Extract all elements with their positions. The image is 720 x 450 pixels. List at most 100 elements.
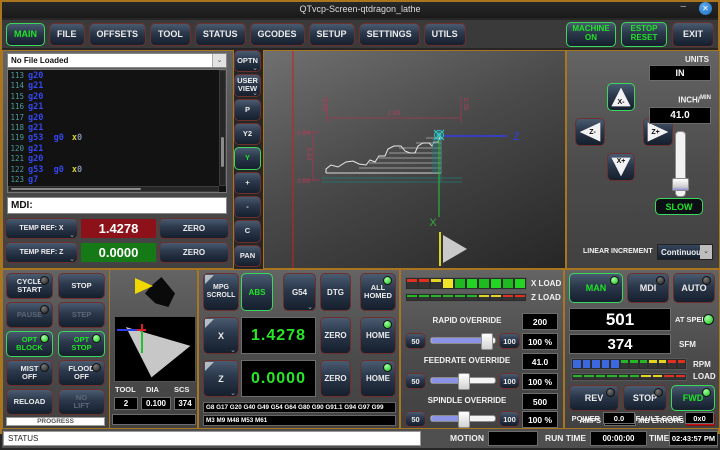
spindle-override-slider[interactable] — [430, 415, 496, 422]
spindle-max-button[interactable]: 100 — [499, 411, 520, 427]
zero-z-button[interactable]: ZERO — [320, 360, 351, 397]
mode-auto-button[interactable]: AUTO — [673, 273, 715, 303]
gcode-line[interactable]: 119g53 g0x0 — [10, 133, 224, 143]
gcode-line[interactable]: 123g7 — [10, 175, 224, 185]
home-z-button[interactable]: HOME — [360, 360, 396, 397]
exit-button[interactable]: EXIT — [672, 22, 714, 47]
jog-z-minus-label: Z- — [581, 129, 604, 136]
button-mist[interactable]: MIST OFF — [6, 360, 53, 386]
gcode-line[interactable]: 113g20 — [10, 71, 224, 81]
gcode-line[interactable]: 114g21 — [10, 81, 224, 91]
view-button-zoom-out[interactable]: - — [234, 196, 261, 218]
spindle-stop-button[interactable]: STOP — [623, 385, 667, 411]
wcs-g54-button[interactable]: G54⌄ — [283, 273, 316, 311]
button-stop[interactable]: STOP — [58, 273, 105, 299]
view-button-zoom-in[interactable]: + — [234, 172, 261, 194]
gcode-line[interactable]: 118g21 — [10, 123, 224, 133]
exit-label: EXIT — [683, 29, 703, 39]
gcode-line[interactable]: 120g21 — [10, 144, 224, 154]
gcode-line[interactable]: 121g20 — [10, 154, 224, 164]
button-pause[interactable]: PAUSE — [6, 302, 53, 328]
vertical-scrollbar-thumb[interactable] — [221, 137, 224, 167]
all-homed-button[interactable]: ALL HOMED — [360, 273, 396, 311]
estop-reset-button[interactable]: ESTOP RESET — [621, 22, 667, 47]
spindle-min-button[interactable]: 50 — [405, 411, 426, 427]
axis-z-button[interactable]: Z⌄ — [203, 360, 239, 397]
mdi-entry[interactable]: MDI: — [7, 197, 227, 214]
spindle-override-pct: 100 % — [522, 411, 558, 428]
temp-ref-x-zero-button[interactable]: ZERO — [159, 218, 229, 239]
gcode-line[interactable]: 117g20 — [10, 113, 224, 123]
slow-button[interactable]: SLOW — [655, 198, 703, 215]
horizontal-scrollbar[interactable] — [8, 186, 219, 192]
button-no-lift[interactable]: NO LIFT — [58, 389, 105, 415]
gcode-line[interactable]: 122g53 g0x0 — [10, 165, 224, 175]
button-step[interactable]: STEP — [58, 302, 105, 328]
gcode-axis-word: x — [64, 165, 77, 175]
jog-rate-slider-handle[interactable] — [672, 178, 689, 191]
slider-handle[interactable] — [481, 333, 493, 350]
view-button-p[interactable]: P — [234, 99, 261, 121]
slider-handle[interactable] — [458, 373, 470, 390]
view-button-y[interactable]: Y — [234, 147, 261, 169]
axis-x-button[interactable]: X⌄ — [203, 317, 239, 354]
vertical-scrollbar[interactable] — [219, 70, 226, 186]
slider-handle[interactable] — [458, 411, 470, 428]
view-button-user-view[interactable]: USER VIEW⌄ — [234, 74, 261, 96]
spindle-rev-button[interactable]: REV — [569, 385, 619, 411]
gcode-line[interactable]: 116g21 — [10, 102, 224, 112]
feedrate-max-button[interactable]: 100 — [499, 373, 520, 389]
linear-increment-combo[interactable]: Continuous ⌄ — [657, 244, 713, 260]
temp-ref-x-value: 1.4278 — [80, 218, 157, 239]
view-button-clear[interactable]: C — [234, 220, 261, 242]
tab-utils[interactable]: UTILS — [424, 23, 466, 46]
rapid-override-slider[interactable] — [430, 337, 496, 344]
tab-main[interactable]: MAIN — [6, 23, 45, 46]
gcode-display[interactable]: 113g20114g21115g20116g21117g20118g21119g… — [7, 69, 227, 193]
view-button-y2[interactable]: Y2 — [234, 123, 261, 145]
feedrate-min-button[interactable]: 50 — [405, 373, 426, 389]
temp-ref-x-button[interactable]: TEMP REF: X ⌄ — [5, 218, 78, 239]
zero-x-button[interactable]: ZERO — [320, 317, 351, 354]
chevron-down-icon: ⌄ — [69, 231, 75, 239]
spindle-fwd-button[interactable]: FWD — [671, 385, 715, 411]
horizontal-scrollbar-thumb[interactable] — [11, 188, 141, 190]
abs-button[interactable]: ABS — [241, 273, 273, 311]
loaded-file-combo[interactable]: No File Loaded ⌄ — [7, 53, 227, 68]
jog-x-plus-button[interactable]: X+ — [607, 153, 635, 181]
button-reload[interactable]: RELOAD — [6, 389, 53, 415]
meter-segment — [573, 375, 582, 379]
temp-ref-z-button[interactable]: TEMP REF: Z ⌄ — [5, 242, 78, 263]
tab-setup[interactable]: SETUP — [309, 23, 355, 46]
tab-status[interactable]: STATUS — [195, 23, 246, 46]
tab-tool[interactable]: TOOL — [150, 23, 191, 46]
jog-x-minus-button[interactable]: X- — [607, 83, 635, 111]
button-flood[interactable]: FLOOD OFF — [58, 360, 105, 386]
gremlin-preview[interactable]: 1.89 -1.50 0.39 -0.04 0.63 0.59 — [263, 50, 566, 269]
tab-gcodes[interactable]: GCODES — [250, 23, 305, 46]
rapid-max-button[interactable]: 100 — [499, 333, 520, 349]
status-message-text: STATUS — [8, 434, 38, 443]
spindle-override-label: SPINDLE OVERRIDE — [415, 396, 519, 405]
tab-offsets[interactable]: OFFSETS — [89, 23, 147, 46]
tool-orientation-icon — [132, 274, 176, 312]
rapid-min-button[interactable]: 50 — [405, 333, 426, 349]
mode-mdi-button[interactable]: MDI — [627, 273, 669, 303]
tab-file[interactable]: FILE — [49, 23, 85, 46]
view-button-pan[interactable]: PAN — [234, 245, 261, 267]
dro-z-value: 0.0000 — [241, 360, 316, 397]
jog-z-minus-button[interactable]: Z- — [575, 118, 605, 146]
button-opt-block[interactable]: OPT BLOCK — [6, 331, 53, 357]
button-cycle-start[interactable]: CYCLE START — [6, 273, 53, 299]
dtg-button[interactable]: DTG — [320, 273, 351, 311]
tab-settings[interactable]: SETTINGS — [359, 23, 420, 46]
button-opt-stop[interactable]: OPT STOP — [58, 331, 105, 357]
machine-on-button[interactable]: MACHINE ON — [566, 22, 616, 47]
mpg-scroll-button[interactable]: MPG SCROLL — [203, 273, 239, 311]
feedrate-override-slider[interactable] — [430, 377, 496, 384]
temp-ref-z-zero-button[interactable]: ZERO — [159, 242, 229, 263]
home-x-button[interactable]: HOME — [360, 317, 396, 354]
mode-man-button[interactable]: MAN — [569, 273, 623, 303]
gcode-line[interactable]: 115g20 — [10, 92, 224, 102]
view-button-optn[interactable]: OPTN⌄ — [234, 50, 261, 72]
